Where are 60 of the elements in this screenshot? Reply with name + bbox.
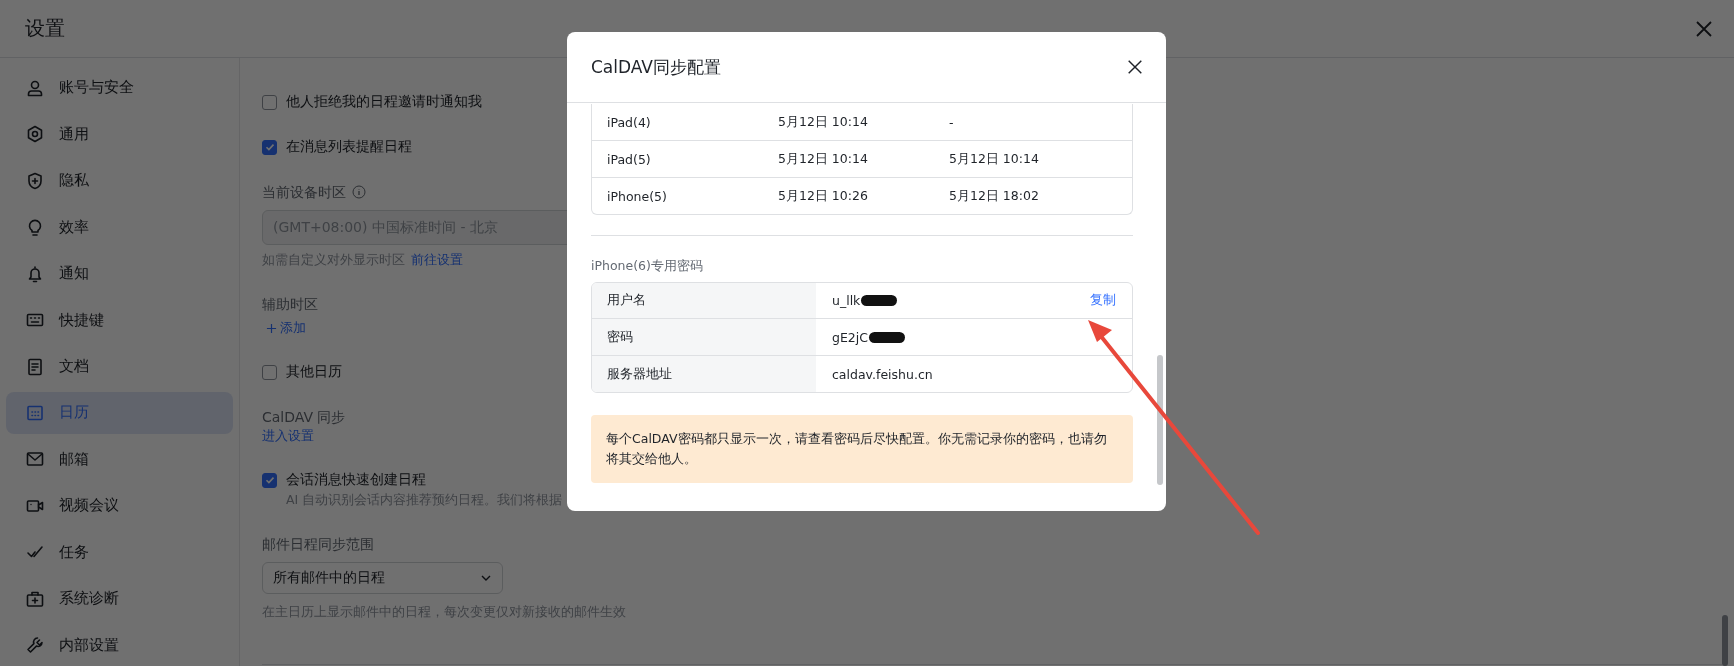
dropdown[interactable]: 所有邮件中的日程 [262,562,503,594]
settings-icon [25,124,45,145]
table-cell-text: 5月12日 10:14 [777,150,869,168]
sidebar-item[interactable]: 邮箱 [6,438,233,481]
sidebar-item[interactable]: 快捷键 [6,299,233,342]
table-cell-text: 5月12日 10:14 [948,150,1040,168]
checkbox-label: 其他日历 [286,363,342,381]
scrollbar[interactable] [1157,355,1163,485]
sidebar-item[interactable]: 内部设置 [6,624,233,666]
table-cell: gE2jC [832,329,868,345]
table-cell: 服务器地址 [592,356,816,392]
checkbox-label: 会话消息快速创建日程 [286,471,426,489]
add-link[interactable]: 添加 [262,319,306,337]
sidebar-item[interactable]: 日历 [6,392,233,434]
setting-title: 当前设备时区 [262,183,346,202]
sidebar-item[interactable]: 系统诊断 [6,577,233,620]
sidebar-item[interactable]: 任务 [6,531,233,574]
sidebar-item[interactable]: 视频会议 [6,484,233,527]
table-cell: u_llk [832,293,861,308]
settings-link[interactable]: 进入设置 [262,427,314,445]
sidebar-item[interactable]: 隐私 [6,159,233,202]
scrollbar[interactable] [1722,615,1728,666]
table-cell-text: iPad(4) [606,114,652,130]
table-cell-text: iPad(5) [606,151,652,167]
sidebar-item[interactable]: 文档 [6,345,233,388]
checkbox[interactable] [262,364,277,380]
table-cell-text: 5月12日 10:26 [777,187,869,205]
info-icon [352,185,366,199]
check-icon [263,474,276,486]
table-cell-text: - [948,114,955,130]
calendar-icon [25,403,45,423]
checkbox[interactable] [262,139,277,155]
close-icon[interactable] [1126,58,1144,76]
dialog-title: CalDAV同步配置 [591,55,721,79]
checkbox[interactable] [262,94,277,110]
sidebar-item[interactable]: 通用 [6,113,233,156]
sidebar-item[interactable]: 账号与安全 [6,67,233,109]
shield-icon [25,170,45,191]
sidebar-item[interactable]: 效率 [6,206,233,249]
checkbox-label: 在消息列表提醒日程 [286,138,412,156]
checkbox-label: 他人拒绝我的日程邀请时通知我 [286,93,482,111]
setting-title: 辅助时区 [262,295,318,314]
checkbox[interactable] [262,472,277,488]
setting-title: 邮件日程同步范围 [262,535,374,554]
setting-title: CalDAV 同步 [262,408,346,427]
notice-text: 每个CalDAV密码都只显示一次，请查看密码后尽快配置。你无需记录你的密码，也请勿将其交给他人。 [591,415,1133,483]
table-cell: 用户名 [592,283,816,318]
document-icon [25,356,45,377]
table-cell: caldav.feishu.cn [832,366,933,382]
copy-link[interactable]: 复制 [1090,292,1132,309]
section-title: iPhone(6)专用密码 [591,257,704,275]
table-cell-text: 5月12日 10:14 [777,113,869,131]
check-icon [263,141,276,153]
plus-icon [266,322,277,334]
table-cell-text: iPhone(5) [606,188,668,204]
window-title: 设置 [25,15,65,42]
table-cell: 密码 [592,319,816,355]
sidebar-item[interactable]: 通知 [6,252,233,295]
table-cell-text: 5月12日 18:02 [948,187,1040,205]
wrench-icon [25,635,45,656]
